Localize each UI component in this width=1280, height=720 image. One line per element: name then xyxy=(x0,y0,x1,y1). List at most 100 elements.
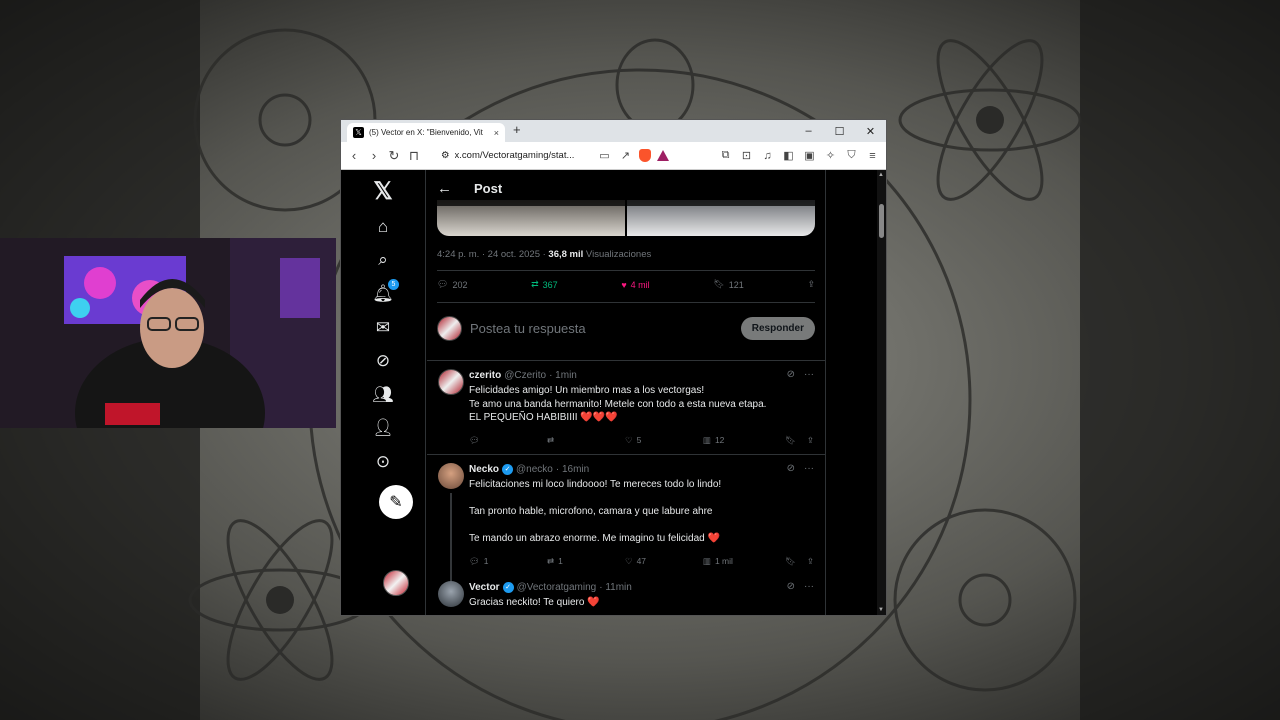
page-content: 𝕏 ⌂ ⌕ 🔔︎ 5 ✉ ⊘ 👥︎ 👤︎ ⊙ ✎ ← Post 4:24 p. m… xyxy=(341,170,886,615)
reply-button[interactable]: 💬︎ 202 xyxy=(437,279,467,290)
author-handle[interactable]: @necko xyxy=(516,464,553,475)
compose-post-button[interactable]: ✎ xyxy=(379,485,413,519)
back-arrow-icon[interactable]: ‹ xyxy=(347,148,361,163)
sidebar-icon[interactable]: ◧ xyxy=(781,149,796,162)
webcam-overlay xyxy=(0,238,336,428)
reply-count: 1 xyxy=(483,556,489,566)
scroll-up-icon[interactable]: ▲ xyxy=(878,172,884,178)
repost-button[interactable]: ⇄ 1 xyxy=(547,556,625,567)
share-button[interactable]: ⇪ xyxy=(807,435,814,446)
divider xyxy=(437,270,815,271)
grok-icon[interactable]: ⊘ xyxy=(368,348,398,374)
bookmark-button[interactable]: 🔖︎ xyxy=(785,556,807,567)
views-label: Visualizaciones xyxy=(583,249,652,260)
like-button[interactable]: ♥ 4 mil xyxy=(621,279,649,290)
reply-icon: 💬︎ xyxy=(469,434,480,445)
bookmark-button[interactable]: 🔖︎ xyxy=(785,435,807,446)
like-button[interactable]: ♡ 5 xyxy=(625,435,703,446)
share-button[interactable]: ⇪ xyxy=(807,556,814,567)
tweet-text: Gracias neckito! Te quiero ❤️ xyxy=(469,597,600,608)
post-meta: 4:24 p. m. · 24 oct. 2025 · 36,8 mil Vis… xyxy=(437,249,651,260)
author-name[interactable]: czerito xyxy=(469,370,501,381)
site-settings-icon[interactable]: ⚙ xyxy=(441,150,450,161)
x-logo-icon[interactable]: 𝕏 xyxy=(368,178,398,205)
messages-icon[interactable]: ✉ xyxy=(368,315,398,341)
more-options-icon[interactable]: ··· xyxy=(804,581,814,592)
communities-icon[interactable]: 👥︎ xyxy=(368,382,398,408)
tweet-time[interactable]: · 16min xyxy=(556,464,589,475)
repost-button[interactable]: ⇄ xyxy=(547,435,625,446)
bookmark-count: 121 xyxy=(728,279,744,290)
tweet-time[interactable]: · 11min xyxy=(599,582,632,593)
reply-button[interactable]: 💬︎ xyxy=(469,435,547,446)
bookmark-page-icon[interactable]: ⊓ xyxy=(407,148,421,164)
profile-icon[interactable]: 👤︎ xyxy=(368,415,398,441)
maximize-button[interactable]: ☐ xyxy=(824,120,855,142)
author-handle[interactable]: @Czerito xyxy=(504,370,546,381)
reload-icon[interactable]: ↻ xyxy=(387,148,401,164)
wallet-icon[interactable]: ▣ xyxy=(802,149,817,162)
author-handle[interactable]: @Vectoratgaming xyxy=(517,582,597,593)
avatar[interactable] xyxy=(438,463,464,489)
share-icon[interactable]: ↗ xyxy=(618,149,633,162)
author-name[interactable]: Vector xyxy=(469,582,500,593)
browser-window: 𝕏 (5) Vector en X: "Bienvenido, Vit × + … xyxy=(341,120,886,615)
share-button[interactable]: ⇪ xyxy=(807,279,815,290)
view-count: 1 mil xyxy=(714,556,733,566)
bookmark-button[interactable]: 🔖︎ 121 xyxy=(713,279,743,290)
tweet-time[interactable]: · 1min xyxy=(549,370,577,381)
grok-icon[interactable]: ⊘ xyxy=(787,463,795,474)
tab-close-icon[interactable]: × xyxy=(494,128,499,138)
author-name[interactable]: Necko xyxy=(469,464,499,475)
cast-icon[interactable]: ▭ xyxy=(597,149,612,162)
avatar[interactable] xyxy=(438,581,464,607)
post-timestamp[interactable]: 4:24 p. m. · 24 oct. 2025 · xyxy=(437,249,548,260)
reply-tweet[interactable]: czerito @Czerito · 1min ⊘ ··· Felicidades a… xyxy=(427,361,825,453)
like-count: 5 xyxy=(636,435,642,445)
forward-arrow-icon[interactable]: › xyxy=(367,148,381,163)
search-icon[interactable]: ⌕ xyxy=(368,247,398,273)
notifications-icon[interactable]: 🔔︎ 5 xyxy=(368,279,399,307)
home-icon[interactable]: ⌂ xyxy=(368,214,398,240)
scroll-down-icon[interactable]: ▼ xyxy=(878,607,884,613)
media-icon[interactable]: ♫ xyxy=(760,150,775,162)
like-button[interactable]: ♡ 47 xyxy=(625,556,703,567)
more-icon[interactable]: ⊙ xyxy=(368,449,398,475)
minimize-button[interactable]: – xyxy=(793,120,824,142)
post-header: ← Post xyxy=(427,170,825,206)
back-arrow-icon[interactable]: ← xyxy=(437,180,452,197)
repost-count: 367 xyxy=(542,279,558,290)
reply-input[interactable]: Postea tu respuesta xyxy=(470,321,741,336)
grok-icon[interactable]: ⊘ xyxy=(787,581,795,592)
grok-icon[interactable]: ⊘ xyxy=(787,369,795,380)
browser-tab[interactable]: 𝕏 (5) Vector en X: "Bienvenido, Vit × xyxy=(347,123,505,142)
url-field[interactable]: ⚙ x.com/Vectoratgaming/stat... xyxy=(441,150,591,161)
more-options-icon[interactable]: ··· xyxy=(804,463,814,474)
vpn-shield-icon[interactable]: ⛉ xyxy=(844,149,859,162)
views-icon: ▥ xyxy=(702,434,711,445)
avatar[interactable] xyxy=(438,369,464,395)
brave-shields-icon[interactable] xyxy=(639,149,651,162)
tab-title: (5) Vector en X: "Bienvenido, Vit xyxy=(369,128,483,137)
extensions-icon[interactable]: ⧉ xyxy=(718,149,733,162)
brave-rewards-icon[interactable] xyxy=(657,150,669,161)
new-tab-button[interactable]: + xyxy=(513,122,521,137)
reply-tweet[interactable]: Vector ✓ @Vectoratgaming · 11min ⊘ ··· Graci… xyxy=(427,573,825,615)
address-bar: ‹ › ↻ ⊓ ⚙ x.com/Vectoratgaming/stat... ▭… xyxy=(341,142,886,170)
reply-tweet[interactable]: Necko ✓ @necko · 16min ⊘ ··· Felicitaciones … xyxy=(427,455,825,585)
more-options-icon[interactable]: ··· xyxy=(804,369,814,380)
reply-submit-button[interactable]: Responder xyxy=(740,316,815,340)
account-avatar[interactable] xyxy=(383,570,409,596)
x-favicon-icon: 𝕏 xyxy=(353,127,364,138)
views-button[interactable]: ▥ 12 xyxy=(703,435,785,446)
screenshot-icon[interactable]: ⊡ xyxy=(739,149,754,162)
scrollbar[interactable]: ▲ ▼ xyxy=(877,170,886,615)
views-button[interactable]: ▥ 1 mil xyxy=(703,556,785,567)
menu-icon[interactable]: ≡ xyxy=(865,150,880,162)
divider xyxy=(437,302,815,303)
close-window-button[interactable]: ✕ xyxy=(855,120,886,142)
leo-ai-icon[interactable]: ✧ xyxy=(823,149,838,162)
scrollbar-thumb[interactable] xyxy=(879,204,884,238)
repost-button[interactable]: ⇄ 367 xyxy=(531,279,558,290)
reply-button[interactable]: 💬︎ 1 xyxy=(469,556,547,567)
